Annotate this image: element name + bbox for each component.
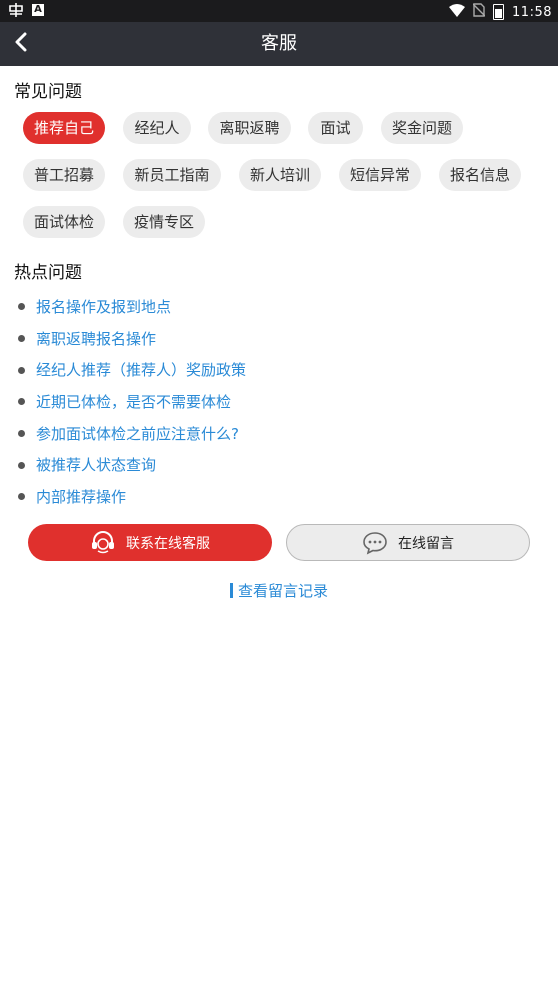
bullet-icon xyxy=(18,366,25,374)
faq-heading: 常见问题 xyxy=(14,82,82,102)
headset-icon xyxy=(90,530,116,555)
hot-question-link[interactable]: 参加面试体检之前应注意什么? xyxy=(36,420,239,448)
bullet-icon xyxy=(18,493,25,501)
chat-bubble-icon xyxy=(362,531,388,555)
no-sim-icon xyxy=(472,3,486,21)
hot-question-item[interactable]: 被推荐人状态查询 xyxy=(18,449,538,481)
faq-tag[interactable]: 短信异常 xyxy=(339,159,421,191)
faq-tag[interactable]: 疫情专区 xyxy=(123,206,205,238)
faq-tag[interactable]: 奖金问题 xyxy=(381,112,463,144)
message-record-label: 查看留言记录 xyxy=(237,582,328,600)
app-icon xyxy=(8,3,23,17)
leave-message-button[interactable]: 在线留言 xyxy=(286,524,530,561)
online-service-label: 联系在线客服 xyxy=(126,535,210,552)
hot-question-item[interactable]: 报名操作及报到地点 xyxy=(18,291,538,323)
hot-question-link[interactable]: 离职返聘报名操作 xyxy=(36,325,156,353)
message-record-link[interactable]: 查看留言记录 xyxy=(0,580,558,601)
hot-question-link[interactable]: 经纪人推荐（推荐人）奖励政策 xyxy=(36,356,246,384)
battery-icon xyxy=(493,4,505,20)
hot-question-item[interactable]: 经纪人推荐（推荐人）奖励政策 xyxy=(18,354,538,386)
bullet-icon xyxy=(18,398,25,406)
hot-question-item[interactable]: 离职返聘报名操作 xyxy=(18,323,538,355)
hot-question-item[interactable]: 内部推荐操作 xyxy=(18,481,538,513)
hot-heading: 热点问题 xyxy=(14,263,82,283)
hot-question-item[interactable]: 近期已体检，是否不需要体检 xyxy=(18,386,538,418)
faq-tag[interactable]: 新员工指南 xyxy=(123,159,221,191)
faq-tag[interactable]: 面试体检 xyxy=(23,206,105,238)
leave-message-label: 在线留言 xyxy=(398,535,454,552)
bullet-icon xyxy=(18,461,25,469)
wifi-icon xyxy=(449,3,466,21)
faq-tag[interactable]: 经纪人 xyxy=(123,112,191,144)
a-badge-icon: A xyxy=(32,4,44,16)
faq-tag[interactable]: 普工招募 xyxy=(23,159,105,191)
faq-tag[interactable]: 推荐自己 xyxy=(23,112,105,144)
faq-tag[interactable]: 离职返聘 xyxy=(208,112,291,144)
faq-tag[interactable]: 新人培训 xyxy=(239,159,321,191)
faq-tag[interactable]: 报名信息 xyxy=(439,159,521,191)
hot-question-link[interactable]: 报名操作及报到地点 xyxy=(36,293,171,321)
title-bar: 客服 xyxy=(0,22,558,66)
online-service-button[interactable]: 联系在线客服 xyxy=(28,524,272,561)
status-time: 11:58 xyxy=(512,4,552,20)
action-buttons: 联系在线客服 在线留言 xyxy=(28,524,530,562)
bullet-icon xyxy=(18,335,25,343)
link-accent-bar xyxy=(229,583,233,598)
hot-question-link[interactable]: 近期已体检，是否不需要体检 xyxy=(36,388,231,416)
bullet-icon xyxy=(18,303,25,311)
status-bar: A 11:58 xyxy=(0,0,558,22)
page-title: 客服 xyxy=(261,33,297,54)
hot-question-link[interactable]: 内部推荐操作 xyxy=(36,483,126,511)
hot-question-link[interactable]: 被推荐人状态查询 xyxy=(36,451,156,479)
hot-question-list: 报名操作及报到地点 离职返聘报名操作 经纪人推荐（推荐人）奖励政策 近期已体检，… xyxy=(18,291,538,513)
faq-tag[interactable]: 面试 xyxy=(308,112,363,144)
bullet-icon xyxy=(18,430,25,438)
hot-question-item[interactable]: 参加面试体检之前应注意什么? xyxy=(18,418,538,450)
